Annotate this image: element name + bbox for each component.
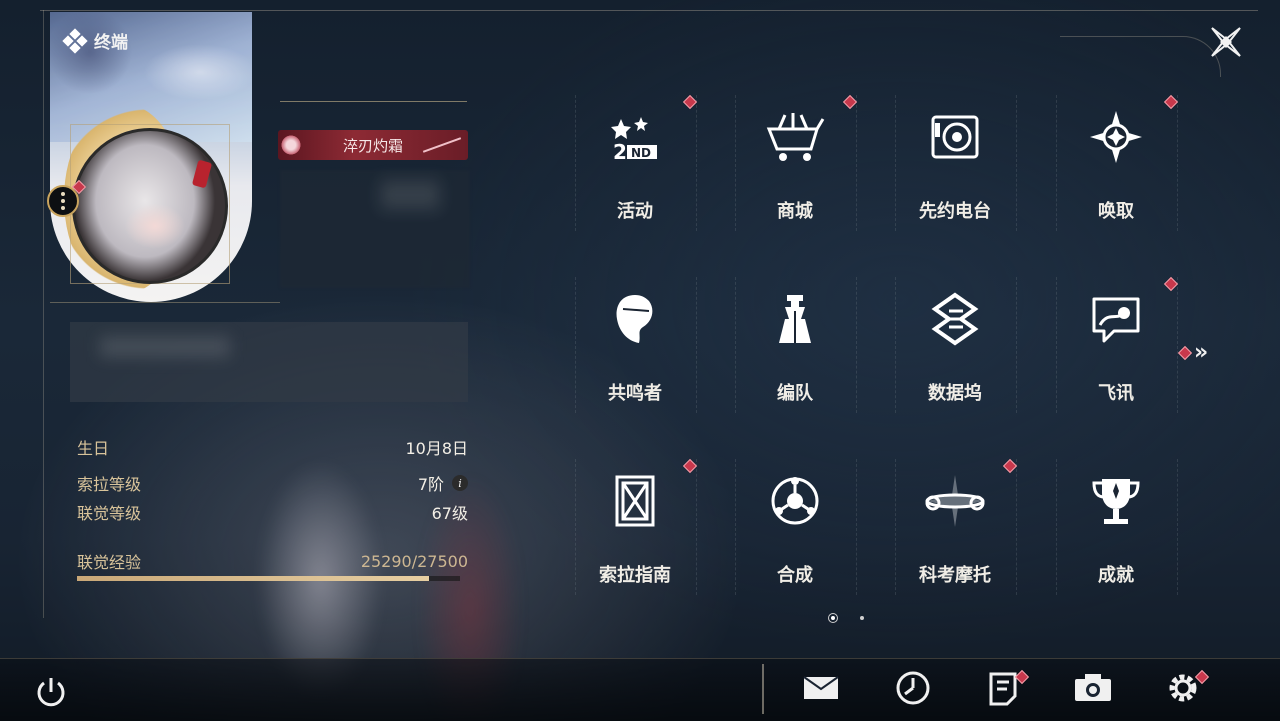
stat-union-level: 联觉等级 67级	[77, 501, 468, 523]
stat-value: 7阶	[417, 475, 444, 494]
menu-item-team-chess[interactable]: 编队	[745, 277, 845, 417]
close-icon[interactable]	[1208, 24, 1244, 60]
menu-item-motorbike[interactable]: 科考摩托	[905, 458, 1018, 599]
next-page-badge	[1177, 345, 1193, 360]
exp-progress-fill	[77, 576, 430, 581]
menu-item-label: 编队	[777, 383, 813, 404]
stat-value: 25290/27500	[360, 551, 468, 571]
menu-item-trophy[interactable]: 成就	[1066, 459, 1166, 599]
camera-button[interactable]	[1073, 672, 1113, 708]
redacted-signature-box	[70, 322, 468, 402]
menu-item-convene-star[interactable]: 唤取	[1066, 94, 1179, 235]
title-badge-text: 淬刃灼霜	[342, 136, 403, 155]
terminal-diamond-icon	[62, 27, 88, 54]
stat-sola-level: 索拉等级 7阶 i	[77, 472, 468, 494]
shop-basket-icon	[763, 105, 827, 169]
menu-item-shop-basket[interactable]: 商城	[745, 94, 858, 235]
more-options-button[interactable]	[47, 185, 79, 217]
name-underline	[280, 101, 467, 102]
menu-item-resonator-head[interactable]: 共鸣者	[585, 277, 685, 417]
frame-curve	[1060, 36, 1221, 77]
clock-icon	[895, 670, 931, 710]
clock-button[interactable]	[893, 670, 933, 710]
menu-item-message-chat[interactable]: 飞讯	[1066, 276, 1179, 417]
stat-value: 10月8日	[405, 439, 468, 458]
stat-label: 生日	[77, 439, 110, 458]
mail-button[interactable]	[802, 672, 842, 708]
menu-item-label: 成就	[1098, 565, 1134, 586]
page-dot-active[interactable]	[828, 613, 838, 623]
stat-label: 索拉等级	[77, 475, 142, 494]
svg-text:ND: ND	[631, 146, 651, 160]
menu-item-synthesis[interactable]: 合成	[745, 459, 845, 599]
trophy-icon	[1084, 469, 1148, 533]
motorbike-icon	[923, 469, 987, 533]
convene-star-icon	[1084, 105, 1148, 169]
camera-icon	[1073, 671, 1113, 709]
synthesis-icon	[763, 469, 827, 533]
menu-item-label: 共鸣者	[608, 383, 662, 404]
data-bank-icon	[923, 287, 987, 351]
next-page-chevrons-icon: »	[1194, 340, 1209, 365]
message-chat-icon	[1084, 287, 1148, 351]
svg-text:2: 2	[613, 140, 627, 164]
menu-item-events-2nd[interactable]: 2 ND 活动	[585, 94, 698, 235]
next-page-button[interactable]: »	[1177, 340, 1209, 365]
flower-icon	[280, 134, 302, 156]
team-chess-icon	[763, 287, 827, 351]
redacted-info-box	[280, 170, 470, 288]
settings-gear-button[interactable]	[1163, 669, 1210, 708]
menu-item-label: 合成	[777, 565, 813, 586]
resonator-head-icon	[603, 287, 667, 351]
mail-icon	[802, 673, 842, 707]
info-icon[interactable]: i	[452, 475, 468, 491]
terminal-title: 终端	[94, 33, 128, 53]
stat-union-exp: 联觉经验 25290/27500	[77, 550, 468, 573]
menu-item-label: 索拉指南	[599, 565, 671, 586]
title-badge[interactable]: 淬刃灼霜	[278, 130, 468, 160]
menu-item-label: 飞讯	[1098, 383, 1134, 404]
stat-label: 联觉经验	[77, 553, 142, 572]
frame-line-top	[40, 10, 1258, 11]
page-dot[interactable]	[860, 616, 864, 620]
menu-item-label: 活动	[617, 201, 653, 222]
menu-item-label: 先约电台	[919, 201, 991, 222]
bottom-bar-separator	[762, 664, 764, 714]
radio-icon	[923, 105, 987, 169]
menu-item-data-bank[interactable]: 数据坞	[905, 277, 1005, 417]
menu-item-label: 数据坞	[928, 383, 982, 404]
stat-label: 联觉等级	[77, 504, 142, 523]
menu-item-radio[interactable]: 先约电台	[905, 95, 1005, 235]
menu-item-label: 唤取	[1098, 201, 1134, 222]
stat-birthday: 生日 10月8日	[77, 436, 468, 458]
exp-progress-bar	[77, 576, 460, 581]
menu-item-label: 科考摩托	[919, 565, 991, 586]
notes-button[interactable]	[983, 669, 1030, 708]
stat-value: 67级	[431, 504, 468, 523]
power-icon[interactable]	[33, 674, 69, 710]
avatar[interactable]	[72, 128, 228, 284]
profile-separator	[50, 302, 280, 303]
guidebook-icon	[603, 469, 667, 533]
menu-item-label: 商城	[777, 201, 813, 222]
page-indicator	[828, 613, 864, 623]
events-2nd-icon: 2 ND	[603, 105, 667, 169]
terminal-header: 终端	[62, 27, 128, 54]
frame-line-left	[43, 10, 44, 618]
blade-streak-icon	[422, 137, 462, 153]
menu-item-guidebook[interactable]: 索拉指南	[585, 458, 698, 599]
